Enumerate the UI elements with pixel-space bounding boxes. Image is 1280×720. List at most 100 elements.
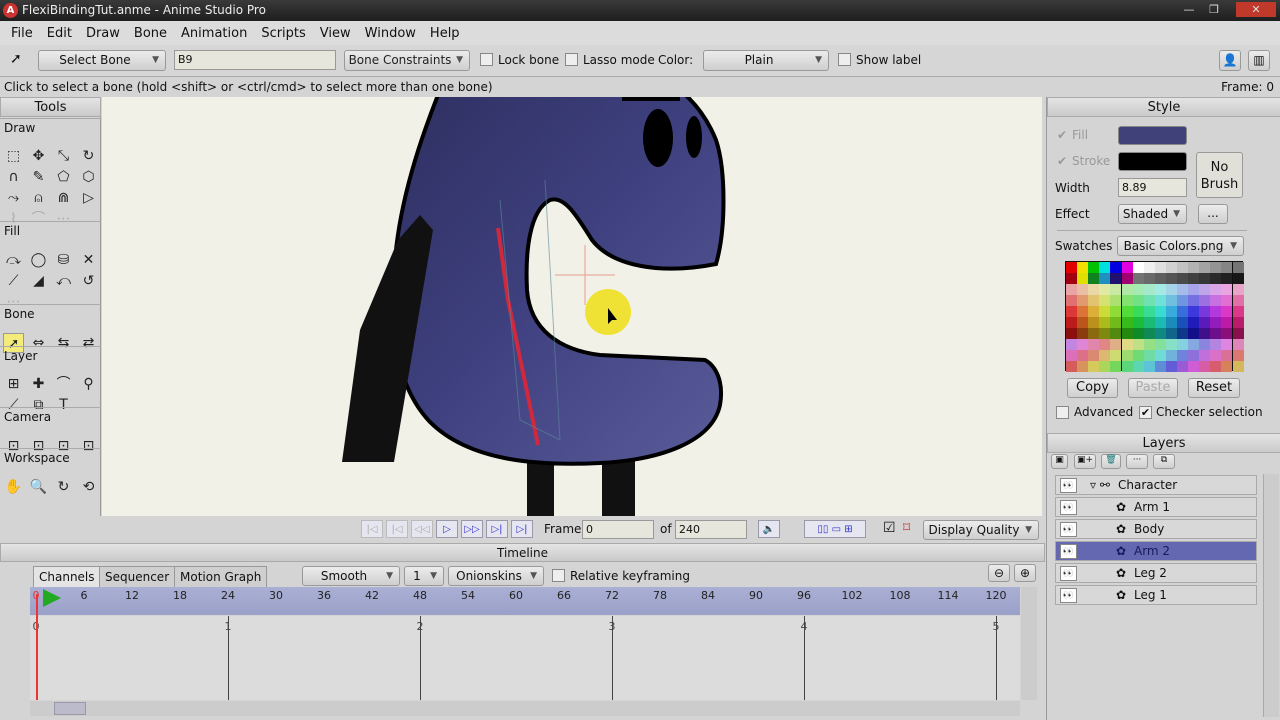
layer-row[interactable]: 👀 ▿ ⚯ Character — [1055, 475, 1257, 495]
swatch[interactable] — [1210, 295, 1222, 306]
swatch[interactable] — [1232, 328, 1244, 339]
swatch[interactable] — [1143, 295, 1155, 306]
swatch[interactable] — [1210, 284, 1222, 295]
swatch[interactable] — [1165, 317, 1177, 328]
width-input[interactable]: 8.89 — [1118, 178, 1187, 197]
swatch[interactable] — [1121, 273, 1133, 284]
swatch[interactable] — [1132, 339, 1144, 350]
swatch[interactable] — [1110, 339, 1122, 350]
menu-scripts[interactable]: Scripts — [254, 26, 312, 41]
relative-keyframing-checkbox[interactable] — [552, 569, 565, 582]
copy-button[interactable]: Copy — [1067, 378, 1118, 398]
drawing-canvas[interactable] — [102, 97, 1042, 516]
swatch[interactable] — [1121, 306, 1133, 317]
swatch[interactable] — [1154, 284, 1166, 295]
timeline-vscrollbar[interactable] — [1021, 587, 1037, 700]
tool-icon[interactable]: ✋ — [3, 477, 24, 497]
swatch[interactable] — [1221, 295, 1233, 306]
tool-icon[interactable]: ↺ — [78, 271, 99, 291]
swatch[interactable] — [1221, 284, 1233, 295]
swatch[interactable] — [1099, 317, 1111, 328]
tool-icon[interactable]: ◯ — [28, 250, 49, 270]
swatch[interactable] — [1143, 339, 1155, 350]
tool-icon[interactable]: ⛁ — [53, 250, 74, 270]
tool-icon[interactable]: ✕ — [78, 250, 99, 270]
swatch[interactable] — [1099, 262, 1111, 273]
swatch[interactable] — [1221, 350, 1233, 361]
swatch[interactable] — [1188, 350, 1200, 361]
menu-help[interactable]: Help — [423, 26, 467, 41]
swatch[interactable] — [1154, 306, 1166, 317]
visibility-eye-icon[interactable]: 👀 — [1060, 500, 1077, 515]
swatch[interactable] — [1077, 339, 1089, 350]
total-frames-input[interactable]: 240 — [675, 520, 747, 539]
swatch[interactable] — [1177, 350, 1188, 361]
zoom-in-icon[interactable]: ⊕ — [1014, 564, 1036, 582]
tab-sequencer[interactable]: Sequencer — [99, 566, 176, 588]
swatch[interactable] — [1154, 273, 1166, 284]
swatch[interactable] — [1088, 295, 1100, 306]
stroke-color-swatch[interactable] — [1118, 152, 1187, 171]
paste-button[interactable]: Paste — [1128, 378, 1178, 398]
swatch[interactable] — [1121, 262, 1133, 273]
swatch[interactable] — [1110, 262, 1122, 273]
swatch[interactable] — [1143, 317, 1155, 328]
bone-color-dropdown[interactable]: Plain — [703, 50, 829, 71]
swatch[interactable] — [1199, 339, 1211, 350]
tool-icon[interactable]: ⚲ — [78, 374, 99, 394]
swatch[interactable] — [1132, 262, 1144, 273]
menu-draw[interactable]: Draw — [79, 26, 127, 41]
swatch[interactable] — [1188, 262, 1200, 273]
swatch[interactable] — [1143, 350, 1155, 361]
swatch[interactable] — [1165, 306, 1177, 317]
swatch[interactable] — [1077, 328, 1089, 339]
tool-icon[interactable]: ✚ — [28, 374, 49, 394]
swatch[interactable] — [1188, 273, 1200, 284]
swatch[interactable] — [1177, 361, 1188, 372]
swatch[interactable] — [1221, 317, 1233, 328]
step-back-icon[interactable]: ◁◁ — [411, 520, 433, 538]
channels-area[interactable]: 012345 — [30, 616, 1020, 700]
tab-channels[interactable]: Channels — [33, 566, 101, 588]
swatch[interactable] — [1099, 284, 1111, 295]
tool-icon[interactable]: ⤡ — [53, 146, 74, 166]
swatch[interactable] — [1177, 339, 1188, 350]
swatch[interactable] — [1199, 262, 1211, 273]
layer-row[interactable]: 👀 ✿ Leg 2 — [1055, 563, 1257, 583]
new-layer-options-icon[interactable]: ▣+ — [1074, 454, 1096, 469]
swatch[interactable] — [1132, 295, 1144, 306]
end-icon[interactable]: ▷| — [511, 520, 533, 538]
visibility-eye-icon[interactable]: 👀 — [1060, 522, 1077, 537]
swatch[interactable] — [1165, 350, 1177, 361]
swatch[interactable] — [1188, 295, 1200, 306]
swatches-dropdown[interactable]: Basic Colors.png — [1117, 236, 1244, 256]
swatch[interactable] — [1210, 361, 1222, 372]
swatch[interactable] — [1232, 361, 1244, 372]
swatch[interactable] — [1143, 328, 1155, 339]
swatch[interactable] — [1088, 262, 1100, 273]
prev-key-icon[interactable]: |◁ — [386, 520, 408, 538]
swatch[interactable] — [1099, 328, 1111, 339]
timeline-hscrollbar[interactable] — [30, 701, 1020, 716]
menu-file[interactable]: File — [4, 26, 40, 41]
swatch[interactable] — [1088, 317, 1100, 328]
next-key-icon[interactable]: ▷| — [486, 520, 508, 538]
swatch[interactable] — [1088, 339, 1100, 350]
swatch[interactable] — [1188, 306, 1200, 317]
swatch[interactable] — [1154, 350, 1166, 361]
swatch[interactable] — [1154, 339, 1166, 350]
swatch[interactable] — [1088, 328, 1100, 339]
view-layout-icons[interactable]: ▯▯ ▭ ⊞ — [804, 520, 866, 538]
tool-icon[interactable]: ⤼ — [3, 250, 24, 270]
swatch[interactable] — [1221, 361, 1233, 372]
fill-check-icon[interactable]: ✔ — [1057, 128, 1067, 142]
swatch[interactable] — [1066, 339, 1077, 350]
swatch[interactable] — [1177, 317, 1188, 328]
swatch[interactable] — [1121, 328, 1133, 339]
lock-bone-checkbox[interactable] — [480, 53, 493, 66]
swatch[interactable] — [1154, 361, 1166, 372]
tool-icon[interactable]: ✥ — [28, 146, 49, 166]
effect-more-button[interactable]: ... — [1198, 204, 1228, 224]
tool-icon[interactable]: ◢ — [28, 271, 49, 291]
swatch[interactable] — [1088, 361, 1100, 372]
